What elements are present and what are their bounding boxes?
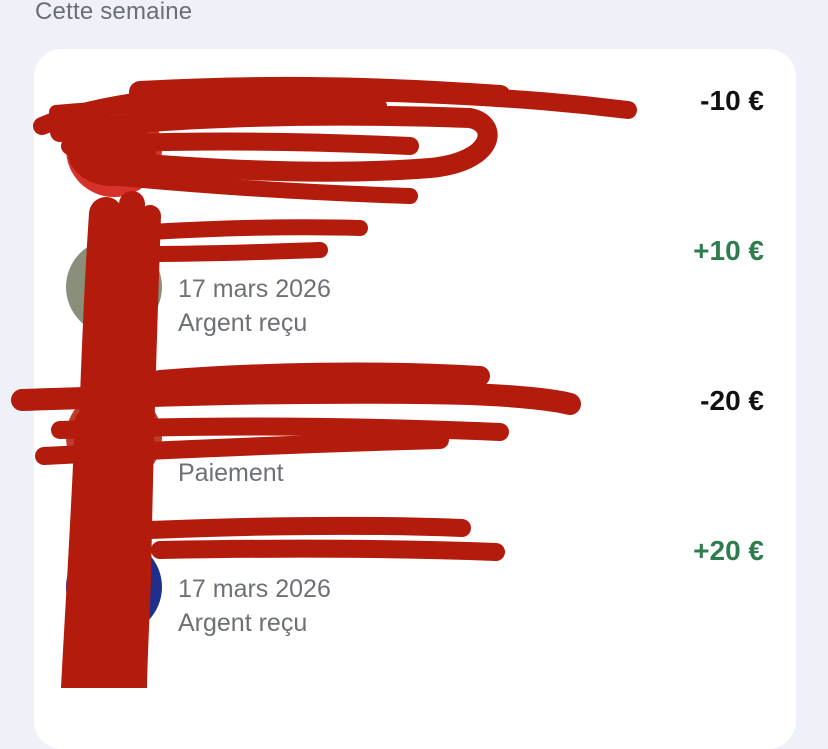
transactions-card: -10 € 17 mars 2026 Argent reçu +10 € Pai… (34, 49, 796, 749)
avatar (66, 389, 162, 485)
transaction-row[interactable]: Paiement -20 € (34, 349, 796, 499)
transaction-name (178, 537, 558, 565)
avatar (66, 539, 162, 635)
transaction-name (178, 87, 558, 115)
transaction-row[interactable]: -10 € (34, 49, 796, 199)
avatar (66, 101, 162, 197)
transaction-type: Paiement (178, 459, 284, 487)
transaction-date: 17 mars 2026 (178, 275, 331, 303)
avatar (66, 239, 162, 335)
transaction-row[interactable]: 17 mars 2026 Argent reçu +10 € (34, 199, 796, 349)
transaction-type: Argent reçu (178, 609, 308, 637)
transaction-amount: -10 € (700, 85, 764, 116)
transaction-type: Argent reçu (178, 309, 308, 337)
transaction-amount: +20 € (693, 535, 764, 566)
transaction-name (178, 237, 558, 265)
transaction-amount: -20 € (700, 385, 764, 416)
section-title: Cette semaine (35, 0, 193, 25)
transaction-row[interactable]: 17 mars 2026 Argent reçu +20 € (34, 499, 796, 649)
transaction-name (178, 387, 558, 415)
transaction-amount: +10 € (693, 235, 764, 266)
transaction-date: 17 mars 2026 (178, 575, 331, 603)
